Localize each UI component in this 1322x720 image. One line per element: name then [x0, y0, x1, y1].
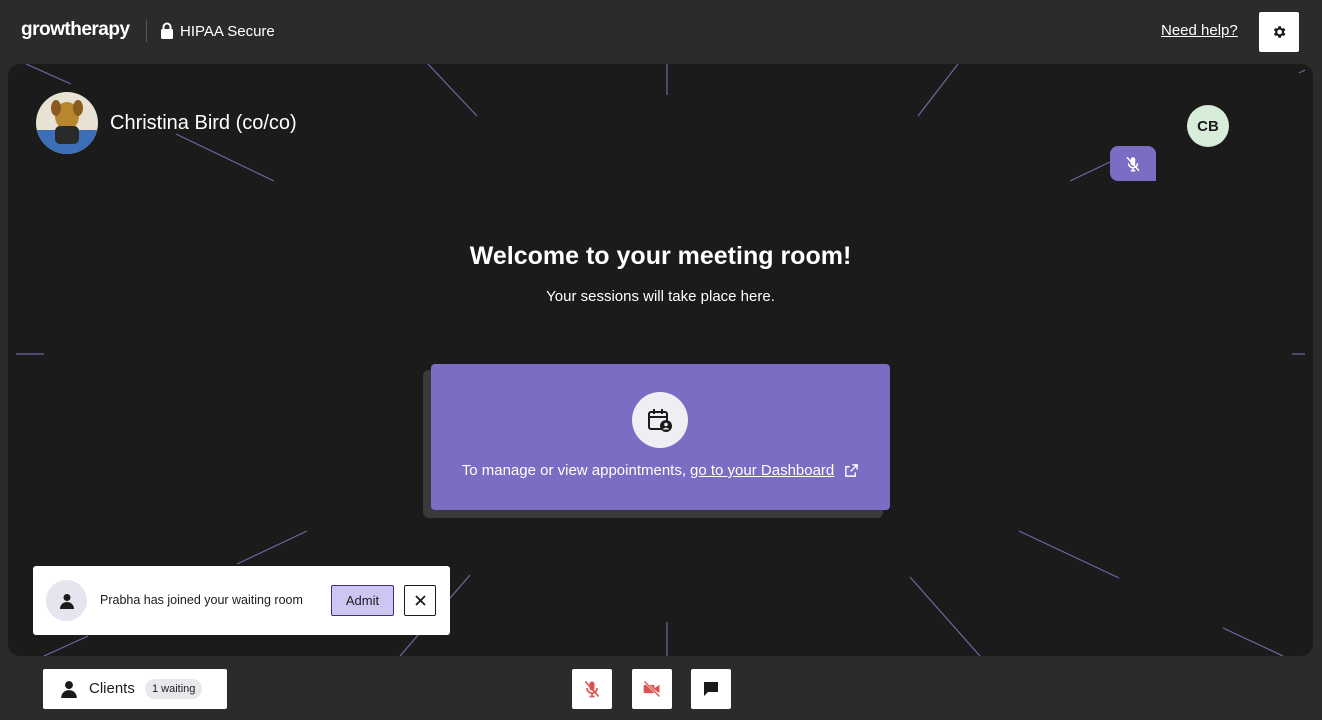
need-help-link[interactable]: Need help?: [1161, 22, 1238, 39]
chat-button[interactable]: [691, 669, 731, 709]
settings-button[interactable]: [1259, 12, 1299, 52]
hipaa-secure-label: HIPAA Secure: [180, 22, 275, 40]
admit-button[interactable]: Admit: [331, 585, 394, 616]
self-muted-indicator: [1110, 146, 1156, 181]
person-icon: [59, 593, 74, 609]
calendar-user-icon: [648, 409, 672, 432]
close-icon: [414, 595, 426, 606]
participant-name: Christina Bird (co/co): [110, 111, 297, 134]
external-link-icon[interactable]: [844, 463, 859, 478]
welcome-subtitle: Your sessions will take place here.: [546, 288, 775, 305]
waiting-count-badge: 1 waiting: [145, 679, 203, 699]
microphone-toggle-button[interactable]: [572, 669, 612, 709]
dismiss-notification-button[interactable]: [404, 585, 436, 616]
chat-icon: [704, 682, 718, 696]
dashboard-card: To manage or view appointments, go to yo…: [431, 364, 890, 510]
gear-icon: [1273, 26, 1286, 38]
brand-logo[interactable]: growtherapy: [21, 19, 130, 41]
clients-label: Clients: [89, 680, 135, 697]
waiting-room-message: Prabha has joined your waiting room: [100, 593, 303, 607]
header-divider: [146, 20, 147, 42]
top-header: growtherapy HIPAA Secure Need help?: [0, 0, 1322, 62]
dashboard-link[interactable]: go to your Dashboard: [690, 462, 834, 479]
camera-off-icon: [643, 680, 661, 698]
participant-header: Christina Bird (co/co): [36, 92, 297, 154]
self-initials-avatar: CB: [1187, 105, 1229, 147]
mic-off-icon: [1126, 156, 1140, 171]
lock-icon: [161, 22, 173, 39]
dashboard-card-text: To manage or view appointments, go to yo…: [431, 462, 890, 479]
camera-toggle-button[interactable]: [632, 669, 672, 709]
participant-avatar: [36, 92, 98, 154]
dashboard-card-message: To manage or view appointments,: [461, 462, 687, 479]
calendar-icon-circle: [632, 392, 688, 448]
person-icon: [61, 681, 77, 698]
mic-off-icon: [584, 680, 600, 698]
welcome-title: Welcome to your meeting room!: [469, 242, 852, 270]
hipaa-secure-indicator: HIPAA Secure: [160, 20, 275, 42]
clients-button[interactable]: Clients 1 waiting: [43, 669, 227, 709]
waiting-room-notification: Prabha has joined your waiting room Admi…: [33, 566, 450, 635]
waiting-client-avatar: [46, 580, 87, 621]
